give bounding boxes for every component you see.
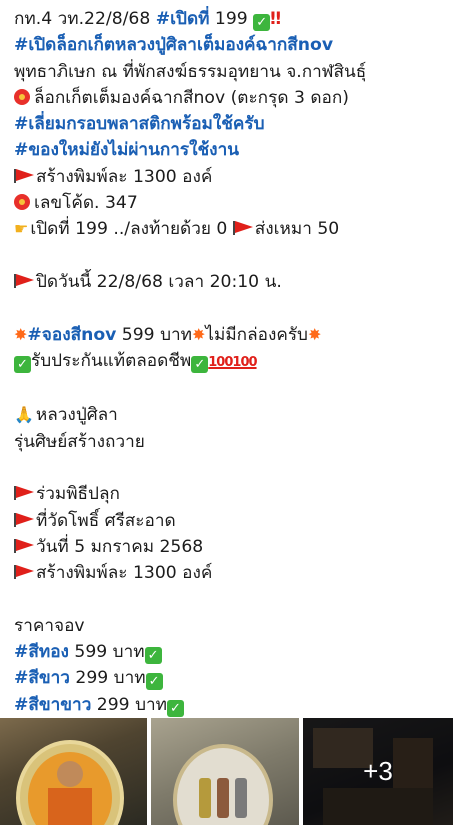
pointing-hand-icon: ☛ <box>14 219 29 239</box>
red-flag-icon <box>14 486 34 501</box>
check-mark-icon: ✓ <box>14 355 31 373</box>
red-flag-icon <box>14 565 34 580</box>
hashtag-link[interactable]: #จองสีnov <box>27 325 116 345</box>
red-disc-icon <box>14 194 30 211</box>
praying-hands-icon: 🙏 <box>14 405 34 425</box>
red-flag-icon <box>14 168 34 183</box>
facebook-post: กท.4 วท.22/8/68 #เปิดที่ 199 ✓ ‼ #เปิดล็อ… <box>0 0 453 825</box>
check-mark-icon: ✓ <box>253 14 271 31</box>
collision-icon: ✸ <box>14 324 28 344</box>
text-line: พุทธาภิเษก ณ ที่พักสงฆ์ธรรมอุทยาน จ.กาฬส… <box>14 61 367 82</box>
amulet-photo <box>173 744 273 825</box>
double-exclamation-icon: ‼ <box>270 9 281 29</box>
red-flag-icon <box>14 273 34 288</box>
hashtag-link[interactable]: #สีขาขาว <box>14 695 91 715</box>
line-header: กท.4 วท.22/8/68 #เปิดที่ 199 ✓ ‼ <box>14 9 281 31</box>
red-flag-icon <box>14 538 34 553</box>
hashtag-link[interactable]: #ของใหม่ยังไม่ผ่านการใช้งาน <box>14 140 239 160</box>
photo-thumbnail[interactable] <box>0 718 147 825</box>
check-mark-icon: ✓ <box>191 355 209 373</box>
red-flag-icon <box>232 221 253 236</box>
red-flag-icon <box>14 512 34 527</box>
check-mark-icon: ✓ <box>145 673 163 691</box>
check-mark-icon: ✓ <box>166 699 184 717</box>
hundred-points-icon: 100100 <box>208 354 257 370</box>
collision-icon: ✸ <box>191 324 206 344</box>
hashtag-link[interactable]: #สีขาว <box>14 668 70 688</box>
hashtag-link[interactable]: #เลี่ยมกรอบพลาสติกพร้อมใช้ครับ <box>14 114 265 134</box>
hashtag-link[interactable]: #เปิดที่ <box>156 9 210 29</box>
photo-thumbnail[interactable]: +3 <box>303 718 453 825</box>
amulet-photo <box>16 740 124 825</box>
hashtag-link[interactable]: #สีทอง <box>14 642 69 662</box>
red-disc-icon <box>14 88 30 105</box>
photo-grid: +3 <box>0 718 453 825</box>
collision-icon: ✸ <box>307 324 322 344</box>
hashtag-link[interactable]: #เปิดล็อกเก็ตหลวงปู่ศิลาเต็มองค์ฉากสีnov <box>14 35 333 55</box>
check-mark-icon: ✓ <box>144 647 162 665</box>
photo-thumbnail[interactable] <box>151 718 299 825</box>
more-photos-count[interactable]: +3 <box>303 718 453 825</box>
post-body: กท.4 วท.22/8/68 #เปิดที่ 199 ✓ ‼ #เปิดล็อ… <box>0 0 453 718</box>
